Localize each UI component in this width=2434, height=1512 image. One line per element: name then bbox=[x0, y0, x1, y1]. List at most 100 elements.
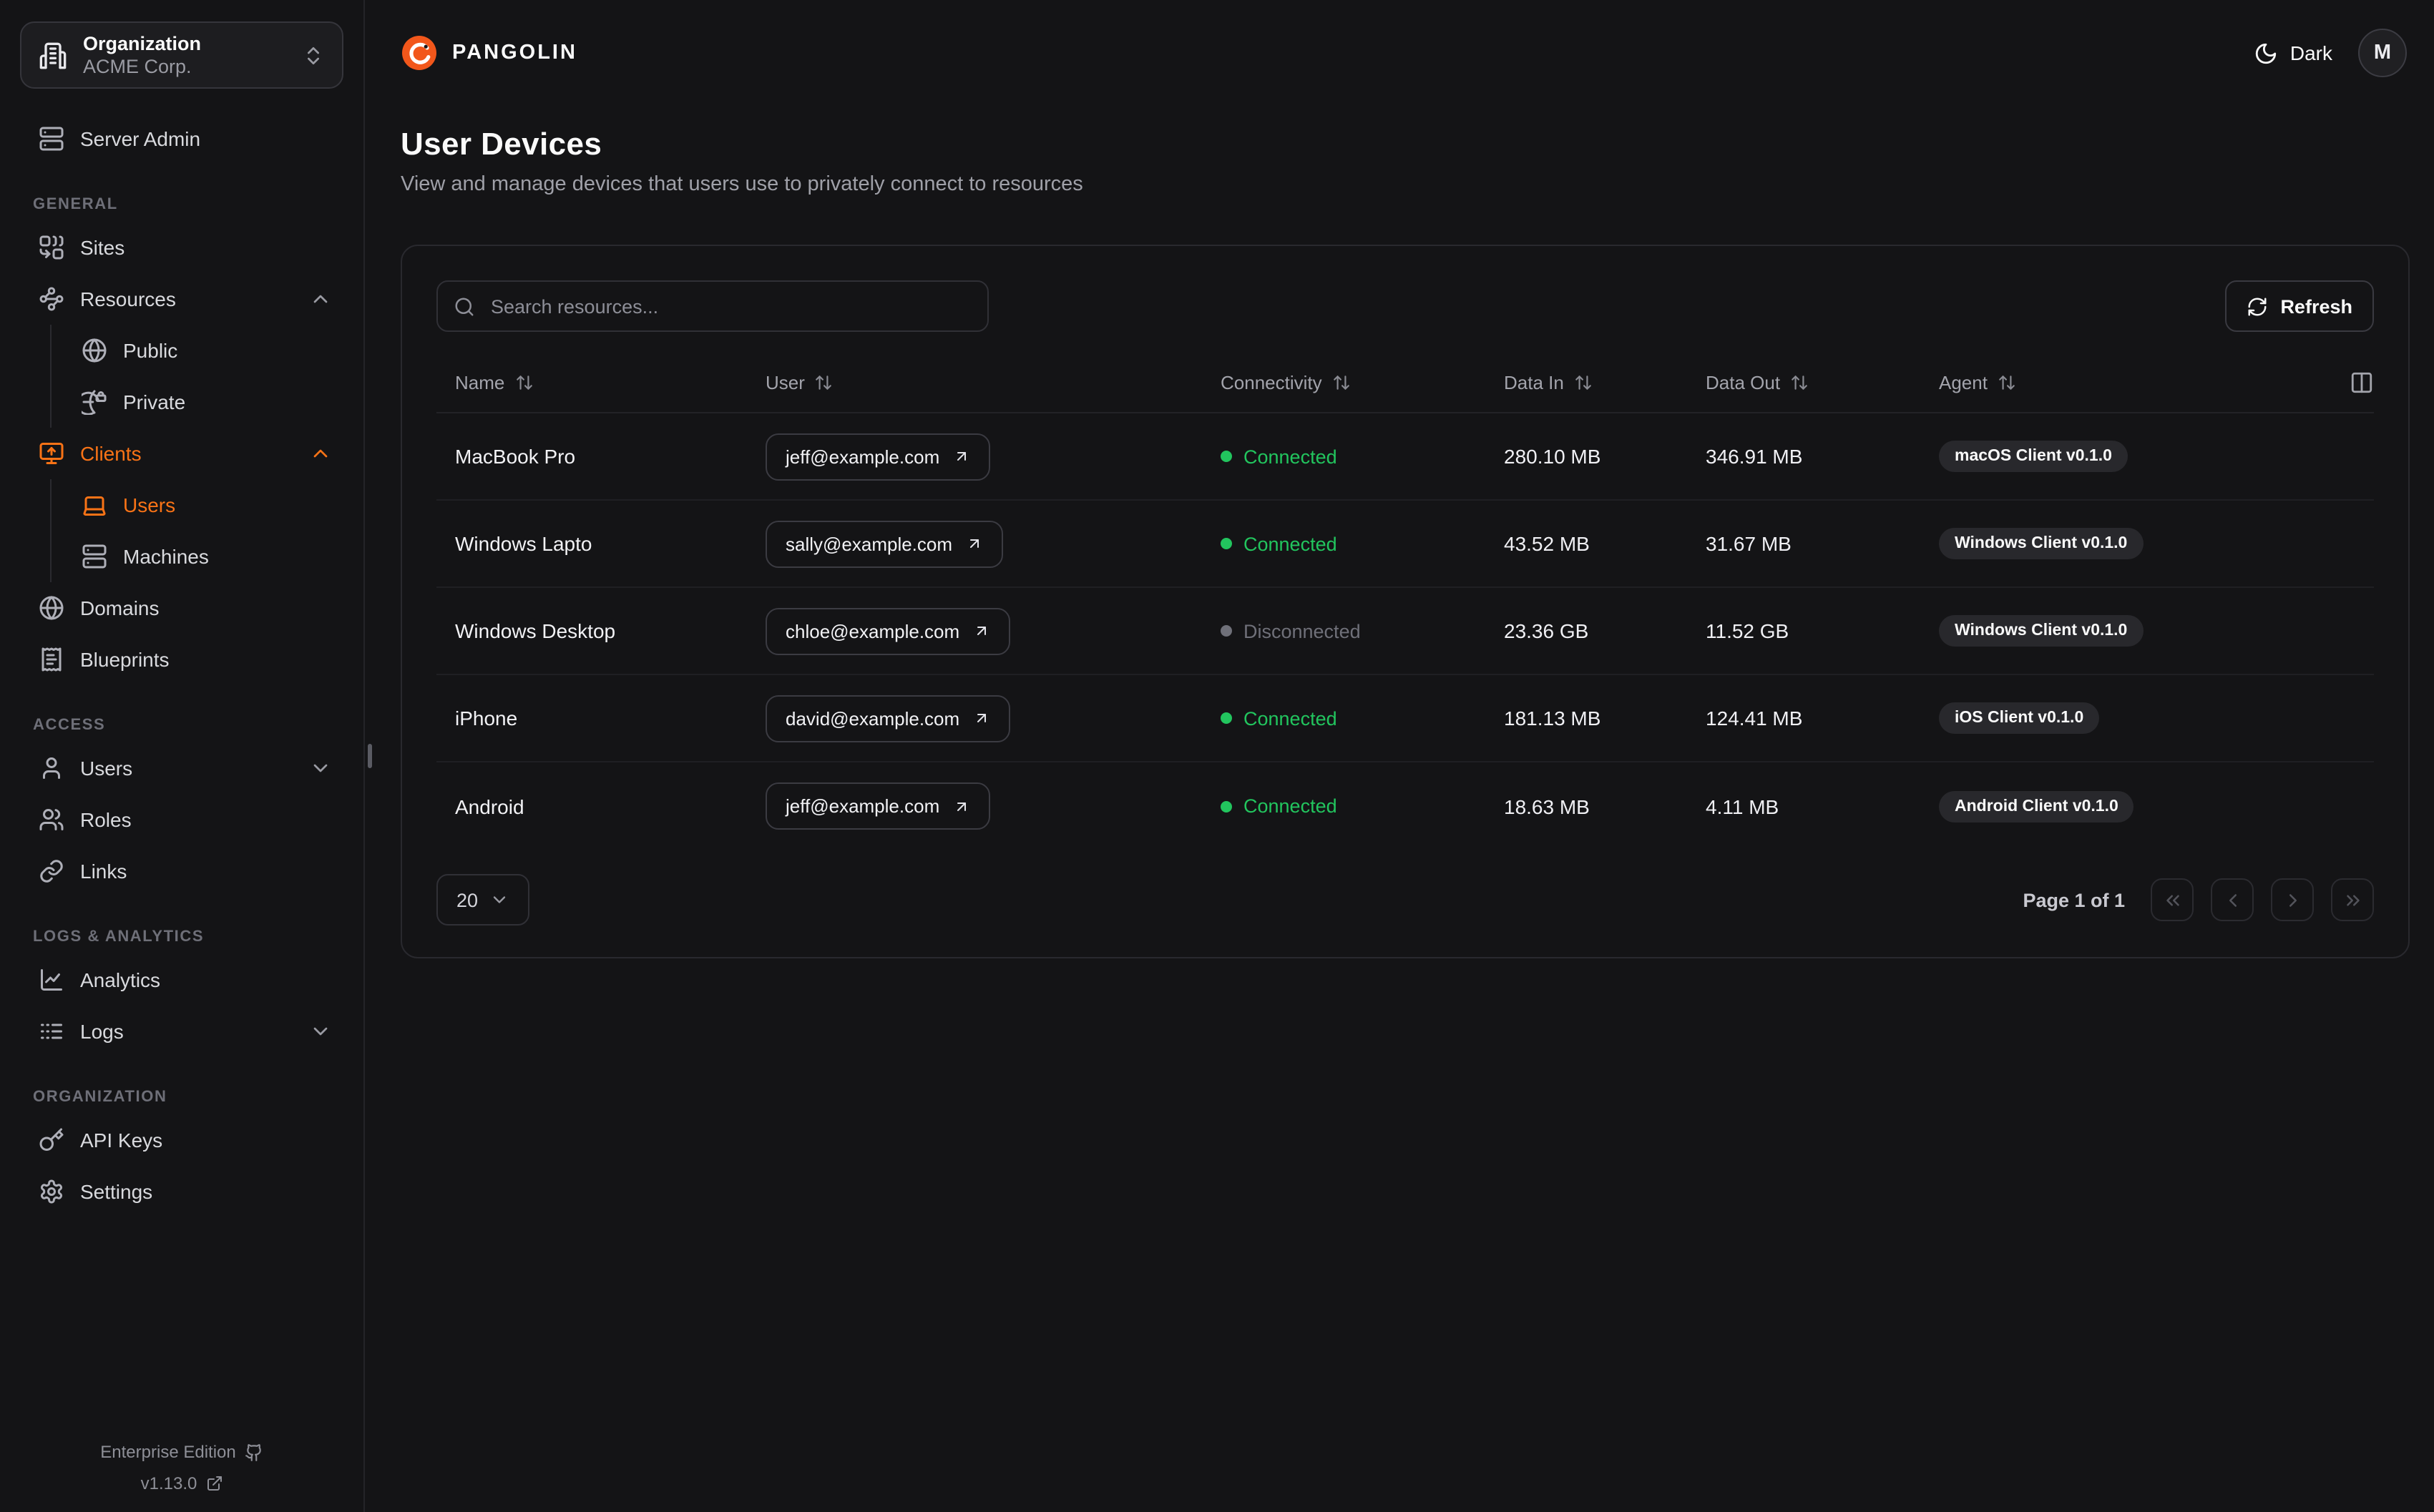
laptop-icon bbox=[82, 492, 107, 518]
globe-icon bbox=[39, 595, 64, 621]
table-header: Name User Connectivity Data In Data Out Agent bbox=[436, 352, 2374, 413]
data-out-value: 124.41 MB bbox=[1706, 707, 1803, 730]
user-link-button[interactable]: david@example.com bbox=[766, 694, 1010, 742]
user-link-button[interactable]: sally@example.com bbox=[766, 520, 1003, 567]
user-cell: jeff@example.com bbox=[766, 433, 1221, 480]
data-out-value: 11.52 GB bbox=[1706, 619, 1789, 642]
page-size-value: 20 bbox=[456, 889, 479, 910]
column-header-connectivity[interactable]: Connectivity bbox=[1221, 371, 1504, 393]
device-name-cell: iPhone bbox=[455, 707, 518, 730]
data-out-value: 4.11 MB bbox=[1706, 795, 1779, 818]
key-icon bbox=[39, 1127, 64, 1153]
user-email: jeff@example.com bbox=[786, 446, 940, 467]
table-row: Windows Desktop chloe@example.com Disconne… bbox=[436, 588, 2374, 675]
user-email: david@example.com bbox=[786, 707, 960, 729]
card-toolbar: Refresh bbox=[436, 280, 2374, 332]
agent-cell: iOS Client v0.1.0 bbox=[1939, 702, 2322, 734]
column-header-agent[interactable]: Agent bbox=[1939, 371, 2322, 393]
sidebar-item-label: Roles bbox=[80, 808, 132, 831]
sidebar-item-users-sub[interactable]: Users bbox=[52, 479, 343, 531]
status-dot-icon bbox=[1221, 712, 1232, 724]
user-link-button[interactable]: chloe@example.com bbox=[766, 607, 1010, 654]
user-link-button[interactable]: jeff@example.com bbox=[766, 782, 990, 830]
sidebar-item-label: Sites bbox=[80, 236, 125, 259]
sidebar-item-roles[interactable]: Roles bbox=[20, 794, 343, 845]
sidebar-item-resources[interactable]: Resources bbox=[20, 273, 343, 325]
sidebar-item-api-keys[interactable]: API Keys bbox=[20, 1114, 343, 1166]
chevron-down-icon bbox=[489, 890, 509, 910]
sidebar-item-users[interactable]: Users bbox=[20, 742, 343, 794]
sidebar-item-domains[interactable]: Domains bbox=[20, 582, 343, 634]
refresh-icon bbox=[2246, 295, 2267, 317]
connectivity-label: Connected bbox=[1243, 795, 1337, 817]
sidebar-item-links[interactable]: Links bbox=[20, 845, 343, 897]
sidebar-item-blueprints[interactable]: Blueprints bbox=[20, 634, 343, 685]
sidebar-item-logs[interactable]: Logs bbox=[20, 1006, 343, 1057]
globe-lock-icon bbox=[82, 389, 107, 415]
agent-badge: Windows Client v0.1.0 bbox=[1939, 615, 2144, 647]
arrow-up-right-icon bbox=[965, 535, 982, 552]
column-header-user[interactable]: User bbox=[766, 371, 1221, 393]
column-visibility-button[interactable] bbox=[2350, 370, 2374, 394]
status-dot-icon bbox=[1221, 451, 1232, 462]
refresh-button[interactable]: Refresh bbox=[2224, 280, 2374, 332]
agent-cell: Android Client v0.1.0 bbox=[1939, 790, 2322, 822]
connectivity-status: Connected bbox=[1221, 533, 1504, 554]
org-selector[interactable]: Organization ACME Corp. bbox=[20, 21, 343, 89]
first-page-button[interactable] bbox=[2151, 878, 2194, 921]
section-heading-access: ACCESS bbox=[33, 717, 106, 734]
sidebar-item-server-admin[interactable]: Server Admin bbox=[20, 113, 343, 165]
column-header-data-out[interactable]: Data Out bbox=[1706, 371, 1939, 393]
agent-badge: Windows Client v0.1.0 bbox=[1939, 528, 2144, 559]
receipt-icon bbox=[39, 647, 64, 672]
user-avatar[interactable]: M bbox=[2358, 29, 2407, 77]
external-link-icon[interactable] bbox=[205, 1475, 223, 1492]
prev-page-button[interactable] bbox=[2211, 878, 2254, 921]
sidebar-item-clients[interactable]: Clients bbox=[20, 428, 343, 479]
sidebar-item-public-sub[interactable]: Public bbox=[52, 325, 343, 376]
sidebar-item-label: Machines bbox=[123, 545, 209, 568]
building-icon bbox=[39, 41, 67, 69]
sidebar-item-label: API Keys bbox=[80, 1129, 163, 1152]
sidebar-item-machines-sub[interactable]: Machines bbox=[52, 531, 343, 582]
connectivity-label: Disconnected bbox=[1243, 620, 1361, 642]
sidebar-item-analytics[interactable]: Analytics bbox=[20, 954, 343, 1006]
status-dot-icon bbox=[1221, 800, 1232, 812]
brand: PANGOLIN bbox=[401, 34, 577, 72]
column-label: Data In bbox=[1504, 371, 1564, 393]
sidebar-item-settings[interactable]: Settings bbox=[20, 1166, 343, 1217]
github-icon[interactable] bbox=[245, 1443, 263, 1461]
column-label: Connectivity bbox=[1221, 371, 1322, 393]
refresh-label: Refresh bbox=[2280, 295, 2352, 317]
user-email: jeff@example.com bbox=[786, 795, 940, 817]
page-size-select[interactable]: 20 bbox=[436, 874, 529, 926]
search-box[interactable] bbox=[436, 280, 989, 332]
server-icon bbox=[82, 544, 107, 569]
logs-icon bbox=[39, 1018, 64, 1044]
org-selector-label: Organization bbox=[83, 32, 202, 54]
user-link-button[interactable]: jeff@example.com bbox=[766, 433, 990, 480]
avatar-initial: M bbox=[2373, 41, 2392, 64]
theme-toggle-label: Dark bbox=[2289, 41, 2332, 64]
search-icon bbox=[454, 295, 475, 317]
last-page-button[interactable] bbox=[2331, 878, 2374, 921]
section-heading-organization: ORGANIZATION bbox=[33, 1089, 167, 1106]
sidebar-item-sites[interactable]: Sites bbox=[20, 222, 343, 273]
agent-cell: macOS Client v0.1.0 bbox=[1939, 441, 2322, 472]
sort-icon bbox=[1790, 373, 1809, 391]
column-header-name[interactable]: Name bbox=[436, 371, 766, 393]
search-input[interactable] bbox=[488, 294, 972, 318]
column-header-data-in[interactable]: Data In bbox=[1504, 371, 1706, 393]
combine-icon bbox=[39, 235, 64, 260]
next-page-button[interactable] bbox=[2271, 878, 2314, 921]
sort-icon bbox=[1574, 373, 1593, 391]
connectivity-label: Connected bbox=[1243, 707, 1337, 729]
users-icon bbox=[39, 807, 64, 833]
sidebar-item-label: Settings bbox=[80, 1180, 153, 1203]
chevron-up-icon bbox=[309, 288, 332, 310]
sort-icon bbox=[514, 373, 533, 391]
theme-toggle-button[interactable]: Dark bbox=[2254, 41, 2332, 65]
sidebar-item-private-sub[interactable]: Private bbox=[52, 376, 343, 428]
chevron-left-icon bbox=[2222, 889, 2243, 910]
chevron-up-icon bbox=[309, 442, 332, 465]
